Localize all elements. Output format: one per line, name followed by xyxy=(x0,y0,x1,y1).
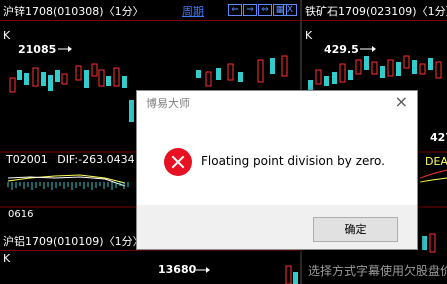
candle xyxy=(17,70,22,80)
candle xyxy=(403,55,410,69)
candle xyxy=(91,63,98,77)
candle xyxy=(355,59,362,75)
candle xyxy=(270,58,275,74)
candle xyxy=(396,62,401,76)
candle xyxy=(61,73,68,85)
candle xyxy=(387,59,394,77)
candle xyxy=(55,70,60,82)
candle xyxy=(129,100,134,122)
ok-button[interactable]: 确定 xyxy=(313,217,398,242)
error-icon xyxy=(164,148,192,176)
close-icon[interactable]: × xyxy=(395,92,408,111)
candle xyxy=(205,71,212,87)
price-fragment: 427 xyxy=(430,131,447,144)
candle xyxy=(281,55,288,77)
candle xyxy=(428,58,433,70)
candle xyxy=(371,61,378,75)
axis-value: 0616 xyxy=(8,209,34,220)
candle xyxy=(348,70,353,80)
candle xyxy=(227,63,234,81)
candle xyxy=(84,70,89,88)
candle xyxy=(315,69,322,85)
dialog-message: Floating point division by zero. xyxy=(201,154,385,168)
macd-dif-value: DIF:-263.0434 xyxy=(57,153,135,166)
candle xyxy=(216,68,221,80)
candle xyxy=(257,59,264,83)
candle xyxy=(113,67,120,87)
candle xyxy=(24,73,29,85)
background-status-text: 选择方式字幕使用欠股盘价 xyxy=(308,264,447,278)
dialog-title: 博易大师 xyxy=(146,97,190,110)
candle xyxy=(32,67,39,87)
candle xyxy=(48,75,53,91)
candle xyxy=(435,61,442,79)
indicator-name: T02001 xyxy=(6,153,48,166)
candle xyxy=(332,72,337,84)
candle xyxy=(9,77,16,93)
dea-label: DEA xyxy=(425,155,447,168)
error-dialog[interactable]: 博易大师 × Floating point division by zero. … xyxy=(136,90,418,250)
candle xyxy=(122,76,127,88)
candle xyxy=(75,65,82,81)
candle xyxy=(98,69,105,87)
candle xyxy=(380,66,385,78)
indicator-readout: T02001 DIF:-263.0434 xyxy=(0,153,135,166)
candle xyxy=(41,72,46,86)
candle xyxy=(238,72,243,82)
candle xyxy=(106,76,111,86)
candle xyxy=(339,63,346,83)
candle xyxy=(412,60,417,74)
candle xyxy=(196,70,201,78)
candle xyxy=(419,63,426,75)
candle xyxy=(324,76,329,86)
candle xyxy=(364,56,369,70)
dialog-footer: 确定 xyxy=(137,205,417,249)
